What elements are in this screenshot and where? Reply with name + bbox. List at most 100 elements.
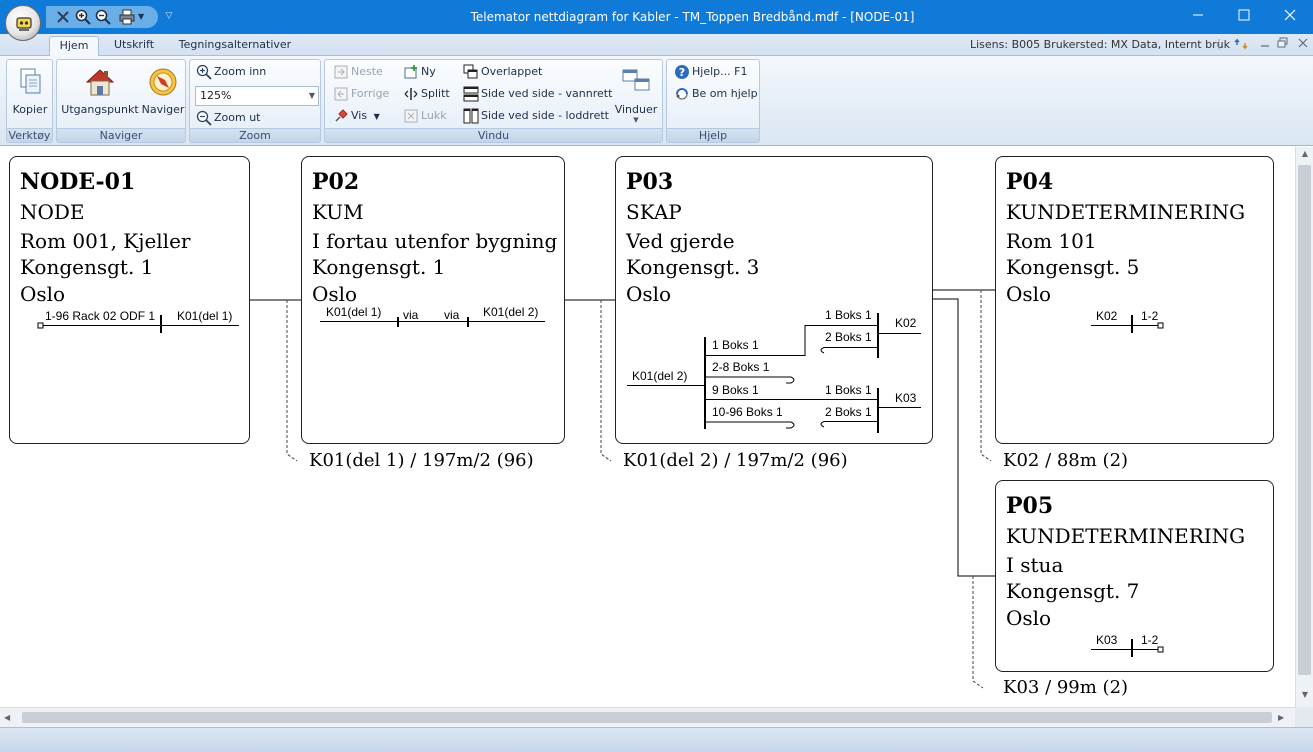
print-icon[interactable] <box>118 8 136 26</box>
group-label-verktoy: Verktøy <box>7 128 52 142</box>
range-label: 1-2 <box>1141 633 1159 647</box>
zoom-ut-button[interactable]: Zoom ut <box>194 108 261 128</box>
be-om-hjelp-button[interactable]: Be om hjelp <box>672 84 758 104</box>
tab-tegningsalternativer[interactable]: Tegningsalternativer <box>171 36 299 56</box>
ny-button[interactable]: Ny <box>401 62 436 82</box>
group-hjelp: ? Hjelp... F1 Be om hjelp Hjelp <box>666 59 760 143</box>
quick-access-toolbar: ▼ <box>46 6 158 28</box>
compass-icon <box>149 68 177 96</box>
node-box-p03[interactable]: P03 SKAP Ved gjerde Kongensgt. 3 Oslo K0… <box>615 156 933 444</box>
horizontal-scroll-thumb[interactable] <box>22 712 1272 723</box>
vis-label: Vis <box>351 109 368 122</box>
ny-label: Ny <box>421 65 436 78</box>
naviger-label: Naviger <box>141 103 185 116</box>
side-loddrett-label: Side ved side - loddrett <box>481 109 609 122</box>
node-box-p04[interactable]: P04 KUNDETERMINERING Rom 101 Kongensgt. … <box>995 156 1274 444</box>
p03-splice-drawing <box>627 313 921 433</box>
side-loddrett-button[interactable]: Side ved side - loddrett <box>461 106 609 126</box>
split-icon <box>404 88 418 100</box>
zoom-inn-button[interactable]: Zoom inn <box>194 62 266 82</box>
zoom-level-value: 125% <box>200 89 232 102</box>
sync-icon[interactable] <box>1234 37 1248 51</box>
splitt-button[interactable]: Splitt <box>401 84 450 104</box>
ribbon-minimize-icon[interactable] <box>1258 37 1272 51</box>
vinduer-button[interactable]: Vinduer ▼ <box>611 63 661 125</box>
scroll-corner <box>1295 707 1313 727</box>
vinduer-dropdown-icon: ▼ <box>633 116 639 124</box>
close-window-icon <box>404 109 418 123</box>
box-label: 9 Boks 1 <box>712 383 759 397</box>
close-document-icon[interactable] <box>54 8 72 26</box>
box-label: 2 Boks 1 <box>825 405 872 419</box>
node-box-p02[interactable]: P02 KUM I fortau utenfor bygning Kongens… <box>301 156 565 444</box>
minimize-button[interactable] <box>1175 0 1221 30</box>
scroll-up-icon[interactable]: ▲ <box>1299 149 1311 163</box>
status-bar <box>0 727 1313 752</box>
overlappet-button[interactable]: Overlappet <box>461 62 542 82</box>
ribbon: Kopier Verktøy Utgangspunkt Naviger Navi… <box>0 56 1313 146</box>
node01-port-drawing <box>37 315 239 333</box>
hjelp-button[interactable]: ? Hjelp... F1 <box>672 62 747 82</box>
group-label-naviger: Naviger <box>57 128 185 142</box>
side-vannrett-button[interactable]: Side ved side - vannrett <box>461 84 612 104</box>
ribbon-restore-icon[interactable] <box>1276 37 1290 51</box>
tile-horizontal-icon <box>463 86 479 102</box>
cable-label-k02[interactable]: K02 / 88m (2) <box>1003 450 1128 472</box>
support-icon <box>676 88 688 100</box>
node-box-p05[interactable]: P05 KUNDETERMINERING I stua Kongensgt. 7… <box>995 480 1274 672</box>
box-label: 2-8 Boks 1 <box>712 360 770 374</box>
lukk-button[interactable]: Lukk <box>401 106 447 126</box>
vis-dropdown-icon: ▼ <box>373 112 380 121</box>
help-icon: ? <box>675 65 689 79</box>
cable-label-k03[interactable]: K03 / 99m (2) <box>1003 677 1128 699</box>
cable-label: K03 <box>1096 633 1118 647</box>
side-vannrett-label: Side ved side - vannrett <box>481 87 613 100</box>
range-label: 1-2 <box>1141 309 1159 323</box>
zoom-in-icon[interactable] <box>74 8 92 26</box>
vertical-scroll-thumb[interactable] <box>1298 165 1311 675</box>
scroll-left-icon[interactable]: ◀ <box>4 710 18 726</box>
cable-label: K02 <box>1096 309 1118 323</box>
group-verktoy: Kopier Verktøy <box>6 59 53 143</box>
customize-toolbar-icon[interactable]: ▽ <box>162 8 176 24</box>
maximize-button[interactable] <box>1221 0 1267 30</box>
group-vindu: Neste Forrige Vis ▼ Ny Splitt Lukk Overl… <box>324 59 663 143</box>
scroll-right-icon[interactable]: ▶ <box>1278 710 1292 726</box>
kopier-button[interactable]: Kopier <box>8 63 52 125</box>
lukk-label: Lukk <box>421 109 447 122</box>
scroll-down-icon[interactable]: ▼ <box>1299 690 1311 704</box>
splitt-label: Splitt <box>421 87 450 100</box>
utgangspunkt-button[interactable]: Utgangspunkt <box>59 63 141 125</box>
box-label: 1 Boks 1 <box>825 383 872 397</box>
horizontal-scrollbar[interactable]: ◀ ▶ <box>0 707 1295 727</box>
close-button[interactable] <box>1267 0 1313 30</box>
tab-utskrift[interactable]: Utskrift <box>106 36 162 56</box>
print-dropdown-icon[interactable]: ▼ <box>138 8 156 26</box>
diagram-canvas[interactable]: NODE-01 NODE Rom 001, Kjeller Kongensgt.… <box>0 147 1295 707</box>
cable-out-label: K03 <box>895 391 917 405</box>
tab-hjem[interactable]: Hjem <box>49 36 99 57</box>
vis-button[interactable]: Vis ▼ <box>331 106 380 126</box>
hjelp-label: Hjelp... F1 <box>692 65 748 78</box>
naviger-button[interactable]: Naviger <box>141 63 185 125</box>
neste-button[interactable]: Neste <box>331 62 383 82</box>
app-menu-button[interactable] <box>5 5 41 41</box>
zoom-out-icon <box>196 110 212 126</box>
tile-vertical-icon <box>463 108 479 124</box>
zoom-in-icon <box>196 64 212 80</box>
windows-icon <box>622 69 650 91</box>
vinduer-label: Vinduer <box>614 103 658 116</box>
ribbon-close-icon[interactable] <box>1296 37 1310 51</box>
forrige-button[interactable]: Forrige <box>331 84 389 104</box>
zoom-out-icon[interactable] <box>94 8 112 26</box>
app-logo-icon <box>16 17 32 31</box>
cable-label-k01-del1[interactable]: K01(del 1) / 197m/2 (96) <box>309 450 534 472</box>
previous-icon <box>334 87 348 101</box>
separator: | <box>1217 37 1221 50</box>
vertical-scrollbar[interactable]: ▲ ▼ <box>1295 147 1313 707</box>
forrige-label: Forrige <box>351 87 390 100</box>
zoom-level-select[interactable]: 125% ▼ <box>195 86 319 106</box>
cable-label-k01-del2[interactable]: K01(del 2) / 197m/2 (96) <box>623 450 848 472</box>
node-box-node-01[interactable]: NODE-01 NODE Rom 001, Kjeller Kongensgt.… <box>9 156 250 444</box>
cable-out-label: K01(del 2) <box>483 305 539 319</box>
